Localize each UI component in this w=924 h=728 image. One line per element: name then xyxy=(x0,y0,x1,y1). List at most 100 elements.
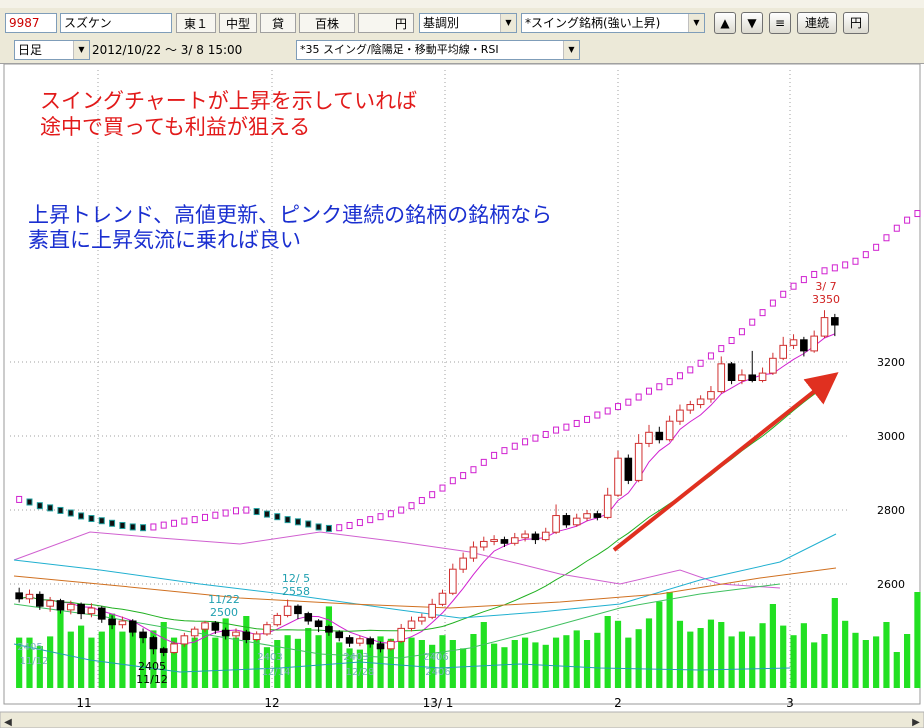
swing-box xyxy=(418,497,425,505)
volume-bar xyxy=(728,636,735,688)
swing-box xyxy=(315,523,322,531)
swing-box xyxy=(181,517,188,525)
volume-bar xyxy=(98,631,105,688)
chevron-down-icon[interactable]: ▼ xyxy=(563,41,579,59)
low-value-label: 2405 xyxy=(138,660,166,673)
candle-body xyxy=(634,442,643,481)
previous-button[interactable]: ▲ xyxy=(714,12,736,34)
candle-body xyxy=(190,628,199,637)
candle-body xyxy=(139,631,147,639)
x-tick-label: 2 xyxy=(614,696,622,710)
candle-body xyxy=(500,539,509,544)
swing-box xyxy=(109,519,116,527)
arrow-up-icon: ▲ xyxy=(720,16,730,30)
volume-pane-label: 2405 xyxy=(17,642,42,653)
swing-box xyxy=(429,491,436,499)
candle-body xyxy=(531,533,540,541)
candle-body xyxy=(118,620,127,626)
candle-body xyxy=(159,648,168,653)
swing-box xyxy=(356,519,363,527)
volume-bar xyxy=(831,598,838,688)
candle-body xyxy=(252,633,261,641)
code-field[interactable]: 9987 xyxy=(5,13,57,33)
candle-body xyxy=(283,605,292,616)
candle-body xyxy=(810,335,818,352)
swing-box xyxy=(852,257,859,265)
volume-bar xyxy=(635,629,642,688)
screen-select-value: *スイング銘柄(強い上昇) xyxy=(525,16,661,30)
candle-body xyxy=(128,620,137,633)
swing-box xyxy=(243,506,250,514)
volume-bar xyxy=(687,631,694,688)
swing-box xyxy=(294,518,301,526)
next-item-button[interactable]: ▼ xyxy=(741,12,763,34)
candle-body xyxy=(56,600,65,611)
volume-bar xyxy=(398,640,405,688)
indicator-select-value: *35 スイング/陰陽足・移動平均線・RSI xyxy=(300,43,499,56)
swing-box xyxy=(873,243,880,251)
swing-box xyxy=(656,383,663,391)
candle-body xyxy=(521,533,529,539)
continuous-button[interactable]: 連続 xyxy=(797,12,837,34)
swing-box xyxy=(511,442,518,450)
volume-bar xyxy=(232,637,240,688)
indicator-select[interactable]: *35 スイング/陰陽足・移動平均線・RSI ▼ xyxy=(296,40,580,60)
candle-body xyxy=(46,600,54,607)
swing-box xyxy=(78,512,85,520)
swing-box xyxy=(119,521,126,529)
candle-body xyxy=(469,546,478,559)
yen-button[interactable]: 円 xyxy=(843,12,869,34)
menu-bar[interactable] xyxy=(0,0,924,8)
chevron-down-icon[interactable]: ▼ xyxy=(688,14,704,32)
annotation-red-2: 途中で買っても利益が狙える xyxy=(40,115,311,139)
sort-select[interactable]: 基調別 ▼ xyxy=(419,13,517,33)
candle-body xyxy=(221,629,230,637)
swing-box xyxy=(862,251,869,259)
candle-body xyxy=(800,339,808,352)
volume-bar xyxy=(614,620,622,688)
swing-box xyxy=(635,393,642,401)
swing-box xyxy=(738,328,745,336)
swing-box xyxy=(150,523,157,531)
swing-box xyxy=(16,495,23,503)
volume-pane-label: 2403 xyxy=(343,652,368,663)
swing-box xyxy=(604,407,611,415)
candle-body xyxy=(686,404,695,411)
candle-body xyxy=(655,431,664,441)
volume-bar xyxy=(873,636,880,688)
period-select[interactable]: 日足 ▼ xyxy=(14,40,90,60)
volume-bar xyxy=(914,592,921,688)
candle-body xyxy=(87,607,96,615)
price-chart[interactable]: ◀ ▶ 3200 3000 2800 2600 11 12 13/ 1 2 3 3/ 73350 12… xyxy=(0,64,924,728)
volume-bar xyxy=(470,634,477,688)
candle-body xyxy=(418,616,426,622)
screen-select[interactable]: *スイング銘柄(強い上昇) ▼ xyxy=(521,13,705,33)
volume-bar xyxy=(800,623,807,688)
candle-body xyxy=(603,494,612,518)
swing-box xyxy=(439,484,446,492)
swing-box xyxy=(263,510,270,518)
volume-bar xyxy=(315,635,322,688)
candle-body xyxy=(562,515,571,526)
swing-box xyxy=(728,337,735,345)
swing-box xyxy=(821,267,828,275)
name-field[interactable]: スズケン xyxy=(60,13,172,33)
swing-box xyxy=(749,318,756,326)
swing-box xyxy=(336,524,343,532)
candle-body xyxy=(97,607,106,620)
list-button[interactable]: ≡ xyxy=(769,12,791,34)
list-icon: ≡ xyxy=(774,16,786,30)
chevron-down-icon[interactable]: ▼ xyxy=(73,41,89,59)
y-tick-label: 3000 xyxy=(877,430,905,443)
candle-body xyxy=(428,603,436,618)
volume-bar xyxy=(862,640,869,688)
chart-area[interactable]: ◀ ▶ 3200 3000 2800 2600 11 12 13/ 1 2 3 3/ 7 3350 12… xyxy=(0,64,924,728)
candle-body xyxy=(593,513,602,518)
x-tick-label: 12 xyxy=(264,696,279,710)
swing-box xyxy=(893,224,900,232)
currency-label: 円 xyxy=(358,13,414,33)
candle-body xyxy=(25,593,34,600)
candle-body xyxy=(335,631,344,639)
chevron-down-icon[interactable]: ▼ xyxy=(500,14,516,32)
swing-box xyxy=(563,423,570,431)
